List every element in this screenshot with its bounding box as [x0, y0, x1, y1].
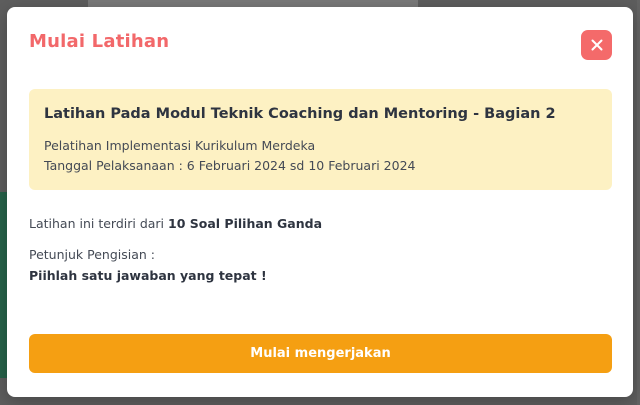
course-name: Pelatihan Implementasi Kurikulum Merdeka [44, 138, 316, 153]
exercise-info-box: Latihan Pada Modul Teknik Coaching dan M… [29, 89, 612, 190]
modal-title: Mulai Latihan [29, 31, 170, 52]
question-count: 10 Soal Pilihan Ganda [168, 216, 323, 231]
close-button[interactable] [581, 30, 612, 60]
instructions-label: Petunjuk Pengisian : [29, 247, 156, 262]
start-exercise-modal: Mulai Latihan Latihan Pada Modul Teknik … [7, 7, 633, 397]
summary-prefix: Latihan ini terdiri dari [29, 216, 169, 231]
exercise-schedule: Tanggal Pelaksanaan : 6 Februari 2024 sd… [44, 158, 416, 173]
instructions-text: Piihlah satu jawaban yang tepat ! [29, 268, 267, 283]
start-button[interactable]: Mulai mengerjakan [29, 334, 612, 373]
exercise-title: Latihan Pada Modul Teknik Coaching dan M… [44, 106, 556, 122]
exercise-summary: Latihan ini terdiri dari 10 Soal Pilihan… [29, 216, 322, 231]
close-icon [590, 38, 604, 52]
